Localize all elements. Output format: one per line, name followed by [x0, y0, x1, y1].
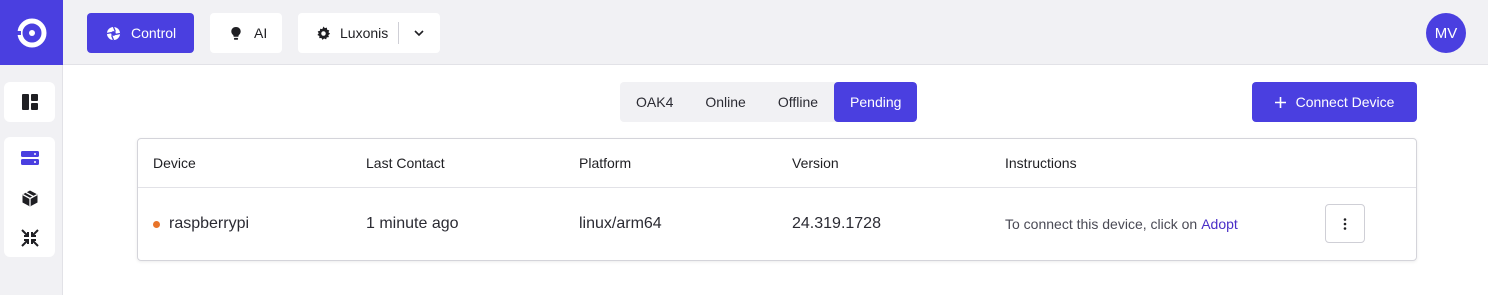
- tab-pending[interactable]: Pending: [834, 82, 918, 122]
- tab-oak4[interactable]: OAK4: [620, 82, 689, 122]
- dashboard-icon: [21, 94, 38, 110]
- arrows-in-icon: [20, 229, 39, 247]
- ai-label: AI: [254, 25, 268, 41]
- package-icon: [21, 190, 38, 206]
- main-content: OAK4 Online Offline Pending Connect Devi…: [63, 65, 1488, 295]
- device-name: raspberrypi: [169, 215, 250, 232]
- connect-device-label: Connect Device: [1295, 94, 1395, 110]
- sidebar-group-main: [4, 137, 55, 257]
- control-button[interactable]: Control: [87, 13, 194, 53]
- adopt-link[interactable]: Adopt: [1201, 216, 1238, 232]
- sidebar-item-dashboard[interactable]: [4, 86, 55, 118]
- connect-device-button[interactable]: Connect Device: [1252, 82, 1417, 122]
- column-header-device[interactable]: Device: [153, 139, 196, 187]
- ai-button[interactable]: AI: [210, 13, 282, 53]
- sidebar: [0, 65, 63, 295]
- column-header-version[interactable]: Version: [792, 139, 839, 187]
- organization-label: Luxonis: [340, 25, 389, 41]
- device-cell: raspberrypi: [153, 188, 249, 260]
- instructions-text: To connect this device, click on: [1005, 216, 1198, 232]
- last-contact-cell: 1 minute ago: [366, 215, 459, 232]
- gear-icon: [315, 25, 331, 41]
- column-header-platform[interactable]: Platform: [579, 139, 631, 187]
- column-header-instructions[interactable]: Instructions: [1005, 139, 1077, 187]
- version-cell: 24.319.1728: [792, 215, 881, 232]
- sidebar-item-collapse[interactable]: [4, 222, 55, 254]
- row-actions-button[interactable]: [1325, 204, 1365, 243]
- tab-offline[interactable]: Offline: [762, 82, 834, 122]
- chevron-down-icon[interactable]: [411, 25, 427, 41]
- control-label: Control: [131, 25, 177, 41]
- lightbulb-icon: [228, 25, 244, 41]
- app-logo[interactable]: [0, 0, 63, 65]
- instructions-cell: To connect this device, click on Adopt: [1005, 188, 1238, 260]
- table-header: Device Last Contact Platform Version Ins…: [138, 139, 1416, 188]
- divider: [398, 22, 400, 44]
- sidebar-item-devices[interactable]: [4, 142, 55, 174]
- server-stack-icon: [20, 151, 39, 165]
- devices-table: Device Last Contact Platform Version Ins…: [137, 138, 1417, 261]
- more-vertical-icon: [1343, 217, 1347, 230]
- plus-icon: [1274, 96, 1286, 108]
- user-avatar[interactable]: MV: [1426, 13, 1466, 53]
- table-row[interactable]: raspberrypi 1 minute ago linux/arm64 24.…: [138, 188, 1416, 260]
- sidebar-item-packages[interactable]: [4, 182, 55, 214]
- platform-cell: linux/arm64: [579, 215, 662, 232]
- device-filter-tabs: OAK4 Online Offline Pending: [620, 82, 918, 122]
- tab-online[interactable]: Online: [689, 82, 761, 122]
- status-dot: [153, 220, 160, 228]
- sidebar-group-dashboard: [4, 82, 55, 122]
- aperture-icon: [105, 25, 121, 41]
- organization-switcher[interactable]: Luxonis: [298, 13, 440, 53]
- top-bar: Control AI Luxonis MV: [63, 0, 1488, 65]
- luxonis-logo-icon: [14, 18, 46, 47]
- column-header-last-contact[interactable]: Last Contact: [366, 139, 445, 187]
